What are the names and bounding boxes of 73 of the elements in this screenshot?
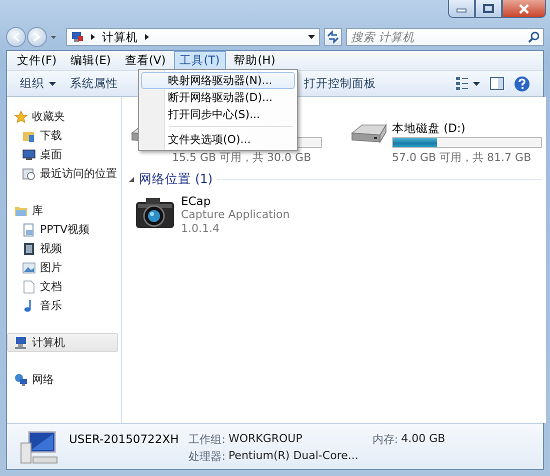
- detail-label: 处理器:: [188, 449, 226, 464]
- nav-item[interactable]: 网络: [7, 370, 118, 389]
- view-list-icon: [455, 76, 469, 91]
- menu-item[interactable]: 编辑(E): [64, 51, 117, 70]
- minimize-button[interactable]: [448, 0, 475, 18]
- free-space-text: 15.5 GB 可用，共 30.0 GB: [172, 150, 312, 165]
- desktop-icon: [22, 148, 36, 162]
- film-icon: [22, 242, 36, 256]
- close-icon: [518, 4, 530, 14]
- search-icon: [528, 31, 539, 43]
- computer-icon: [71, 31, 84, 43]
- free-space-text: 57.0 GB 可用，共 81.7 GB: [392, 150, 532, 165]
- menu-option[interactable]: 文件夹选项(O)...: [141, 131, 295, 148]
- maximize-button[interactable]: [475, 0, 502, 18]
- picture-icon: [22, 260, 36, 274]
- nav-item[interactable]: 收藏夹: [7, 107, 118, 126]
- network-icon: [14, 372, 28, 386]
- computer-icon: [14, 336, 28, 350]
- toolbar-button[interactable]: 打开控制面板: [297, 73, 383, 94]
- computer-name: USER-20150722XH: [69, 432, 179, 446]
- nav-item[interactable]: 计算机: [7, 333, 118, 352]
- nav-item[interactable]: 图片: [7, 258, 118, 277]
- menu-option[interactable]: 打开同步中心(S)...: [141, 106, 295, 123]
- computer-icon: [19, 428, 59, 464]
- chevron-icon: [90, 33, 96, 41]
- refresh-icon: [326, 30, 340, 44]
- network-location-item[interactable]: ECap Capture Application 1.0.1.4: [134, 194, 546, 236]
- dropdown-arrow-icon: [51, 36, 56, 38]
- detail-value: WORKGROUP: [228, 432, 302, 447]
- item-detail: 1.0.1.4: [181, 222, 220, 236]
- nav-item[interactable]: PPTV视频: [7, 220, 118, 239]
- back-button[interactable]: [6, 27, 26, 47]
- video-file-icon: [22, 222, 36, 236]
- nav-item[interactable]: 音乐: [7, 296, 118, 315]
- refresh-button[interactable]: [324, 28, 342, 46]
- toolbar-button[interactable]: 组织: [13, 73, 63, 94]
- detail-label: 内存:: [372, 432, 398, 447]
- document-icon: [22, 280, 36, 294]
- detail-value: 4.00 GB: [401, 432, 446, 447]
- breadcrumb[interactable]: 计算机: [102, 30, 138, 44]
- triangle-icon[interactable]: [128, 176, 135, 183]
- menu-item[interactable]: 工具(T): [174, 51, 226, 70]
- recent-places-icon: [22, 166, 36, 180]
- help-icon: [514, 76, 530, 92]
- nav-item[interactable]: 库: [7, 201, 118, 220]
- toolbar-button[interactable]: 系统属性: [63, 73, 125, 94]
- menu-item[interactable]: 查看(V): [118, 51, 172, 70]
- nav-item[interactable]: 桌面: [7, 145, 118, 164]
- forward-button[interactable]: [27, 27, 47, 47]
- nav-item[interactable]: 最近访问的位置: [7, 164, 118, 183]
- nav-item[interactable]: 文档: [7, 277, 118, 296]
- menu-item[interactable]: 文件(F): [11, 51, 63, 70]
- detail-value: Pentium(R) Dual-Core...: [228, 449, 358, 464]
- item-detail: Capture Application: [181, 208, 290, 222]
- detail-label: 工作组:: [188, 432, 226, 447]
- group-header[interactable]: 网络位置 (1): [139, 171, 213, 188]
- menu-option[interactable]: 断开网络驱动器(D)...: [141, 89, 295, 106]
- chevron-icon: [144, 33, 150, 41]
- nav-item[interactable]: 视频: [7, 239, 118, 258]
- menu-option[interactable]: 映射网络驱动器(N)...: [141, 72, 295, 89]
- dropdown-arrow-icon: [308, 35, 315, 39]
- search-field[interactable]: 搜索 计算机: [346, 28, 544, 46]
- close-button[interactable]: [502, 0, 546, 18]
- address-bar[interactable]: 计算机: [66, 28, 320, 46]
- dropdown-arrow-icon: [473, 82, 480, 86]
- drive-name: 本地磁盘 (D:): [392, 121, 466, 135]
- preview-pane-icon: [490, 77, 504, 90]
- item-name: ECap: [181, 194, 212, 208]
- maximize-icon: [483, 4, 494, 13]
- star-icon: [14, 110, 28, 124]
- menu-item[interactable]: 帮助(H): [228, 51, 282, 70]
- dropdown-arrow-icon: [49, 82, 56, 86]
- nav-item[interactable]: 下载: [7, 126, 118, 145]
